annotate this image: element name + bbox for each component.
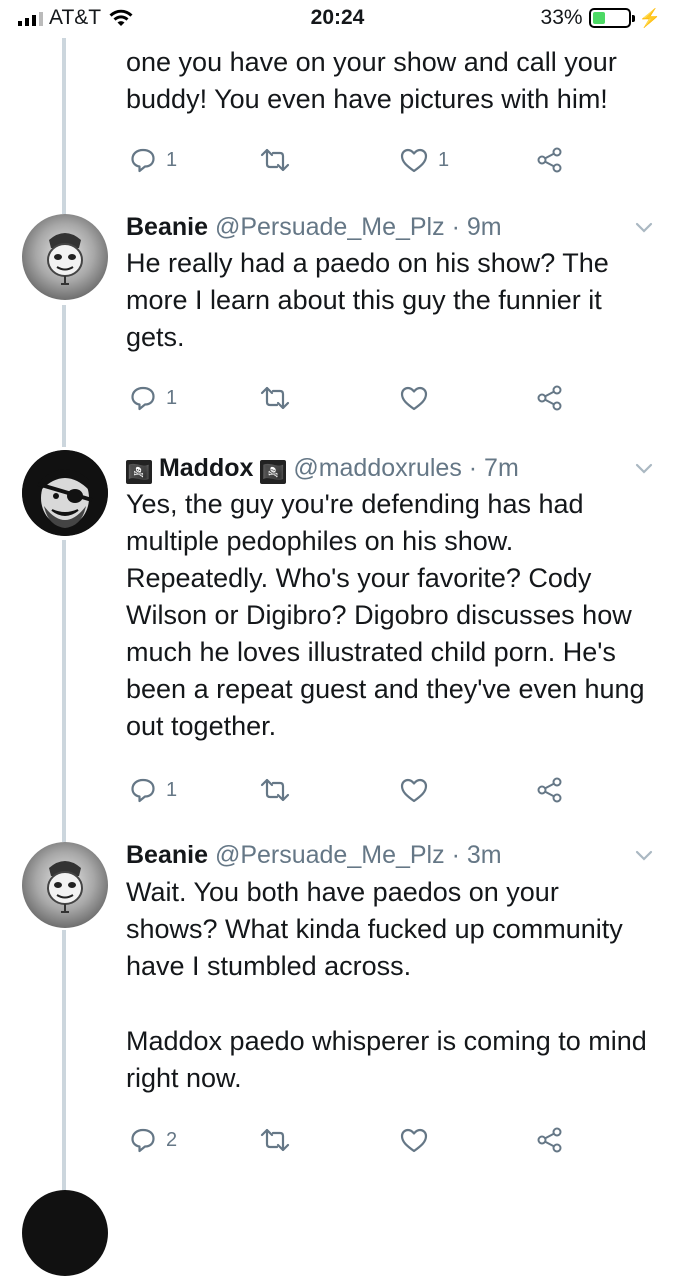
like-button[interactable]: 1 — [400, 147, 449, 173]
tweet-text: one you have on your show and call your … — [126, 47, 617, 114]
reply-count: 1 — [166, 386, 178, 409]
share-button[interactable] — [536, 1127, 564, 1153]
status-bar: AT&T 20:24 33% ⚡ — [0, 0, 675, 38]
tweet-header: Beanie @Persuade_Me_Plz · 3m — [126, 839, 502, 871]
reply-count: 2 — [166, 1128, 178, 1151]
heart-icon — [400, 386, 428, 411]
battery-percent: 33% — [540, 6, 583, 29]
retweet-button[interactable] — [260, 385, 290, 411]
tweet-text: He really had a paedo on his show? The m… — [126, 248, 609, 352]
avatar-image — [47, 861, 83, 913]
username[interactable]: @Persuade_Me_Plz — [215, 213, 445, 241]
display-name[interactable]: Beanie — [126, 841, 208, 869]
heart-icon — [400, 1128, 428, 1153]
pirate-flag-icon: 🏴‍☠️ — [260, 460, 287, 484]
tweet-text: Maddox paedo whisperer is coming to mind… — [126, 1026, 647, 1093]
share-icon — [537, 147, 562, 173]
battery-icon — [588, 8, 635, 28]
retweet-icon — [260, 148, 290, 172]
thread-line — [62, 930, 66, 1195]
reply-button[interactable]: 1 — [130, 385, 177, 411]
share-button[interactable] — [536, 385, 564, 411]
reply-count: 1 — [166, 778, 178, 801]
chevron-down-icon[interactable] — [635, 222, 653, 234]
thread-line — [62, 38, 66, 214]
charging-icon: ⚡ — [638, 7, 661, 28]
avatar[interactable] — [22, 842, 108, 928]
like-button[interactable] — [400, 777, 428, 803]
avatar[interactable] — [22, 450, 108, 536]
reply-button[interactable]: 2 — [130, 1127, 177, 1153]
heart-icon — [400, 148, 428, 173]
reply-button[interactable]: 1 — [130, 147, 177, 173]
timestamp[interactable]: · 3m — [452, 841, 502, 869]
like-count: 1 — [438, 148, 450, 171]
retweet-icon — [260, 386, 290, 410]
share-icon — [537, 777, 562, 803]
username[interactable]: @Persuade_Me_Plz — [215, 841, 445, 869]
retweet-button[interactable] — [260, 777, 290, 803]
heart-icon — [400, 778, 428, 803]
timestamp[interactable]: · 7m — [469, 454, 519, 482]
tweet-header: 🏴‍☠️ Maddox 🏴‍☠️ @maddoxrules · 7m — [126, 452, 519, 484]
share-button[interactable] — [536, 777, 564, 803]
reply-icon — [131, 148, 155, 173]
timestamp[interactable]: · 9m — [452, 213, 502, 241]
reply-icon — [131, 778, 155, 803]
like-button[interactable] — [400, 1127, 428, 1153]
like-button[interactable] — [400, 385, 428, 411]
reply-button[interactable]: 1 — [130, 777, 177, 803]
thread-line — [62, 305, 66, 447]
display-name[interactable]: Beanie — [126, 213, 208, 241]
pirate-flag-icon: 🏴‍☠️ — [126, 460, 152, 484]
retweet-icon — [260, 778, 290, 802]
share-icon — [537, 385, 562, 411]
avatar-image — [47, 233, 83, 285]
reply-icon — [131, 386, 155, 411]
username[interactable]: @maddoxrules — [293, 454, 462, 482]
retweet-button[interactable] — [260, 147, 290, 173]
tweet-header: Beanie @Persuade_Me_Plz · 9m — [126, 211, 502, 243]
avatar[interactable] — [22, 1190, 108, 1276]
thread-line — [62, 540, 66, 842]
share-icon — [537, 1127, 562, 1153]
chevron-down-icon[interactable] — [635, 850, 653, 862]
avatar-image — [22, 450, 108, 536]
tweet-text: Wait. You both have paedos on your shows… — [126, 877, 623, 981]
chevron-down-icon[interactable] — [635, 463, 653, 475]
avatar[interactable] — [22, 214, 108, 300]
reply-icon — [131, 1128, 155, 1153]
share-button[interactable] — [536, 147, 564, 173]
display-name[interactable]: Maddox — [159, 454, 253, 482]
retweet-button[interactable] — [260, 1127, 290, 1153]
reply-count: 1 — [166, 148, 178, 171]
tweet-text: Yes, the guy you're defending has had mu… — [126, 489, 645, 741]
retweet-icon — [260, 1128, 290, 1152]
